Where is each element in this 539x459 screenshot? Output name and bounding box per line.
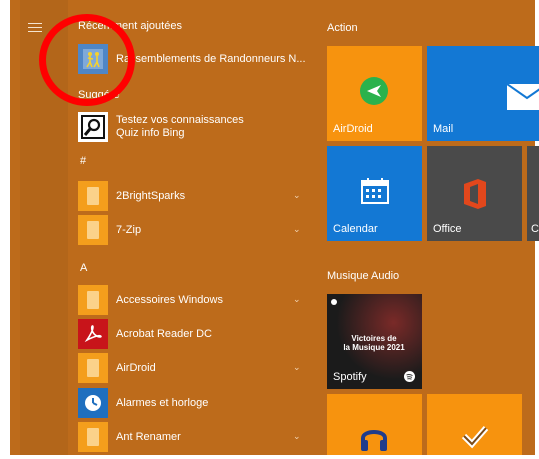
spotify-icon [404, 371, 415, 382]
recent-app-label: Rassemblements de Randonneurs N... [116, 53, 306, 65]
folder-icon [78, 422, 108, 452]
tile-checkmark-app[interactable] [427, 394, 522, 455]
tile-mail[interactable]: Mail [427, 46, 539, 141]
clock-icon [78, 388, 108, 418]
tile-label: AirDroid [333, 123, 373, 135]
app-label: 2BrightSparks [116, 190, 186, 202]
suggested-title: Testez vos connaissances [116, 114, 244, 126]
app-acrobat-reader[interactable]: Acrobat Reader DC [78, 319, 212, 349]
suggested-item[interactable]: Testez vos connaissances Quiz info Bing [78, 111, 244, 143]
app-label: Accessoires Windows [116, 294, 223, 306]
folder-icon [78, 181, 108, 211]
tile-label: C [531, 223, 539, 235]
tile-label: Office [433, 223, 462, 235]
airdroid-icon [360, 77, 388, 105]
folder-icon [78, 353, 108, 383]
chevron-down-icon[interactable]: ⌄ [293, 224, 301, 235]
app-label: 7-Zip [116, 224, 142, 236]
search-magnifier-icon [78, 112, 108, 142]
victoires-line-1: Victoires de [351, 334, 397, 343]
app-ant-renamer[interactable]: Ant Renamer [78, 422, 181, 452]
tile-spotify[interactable]: Victoires de la Musique 2021 Spotify [327, 294, 422, 389]
suggested-subtitle: Quiz info Bing [116, 127, 185, 139]
hamburger-menu-icon[interactable] [22, 16, 48, 38]
app-alarmes-horloge[interactable]: Alarmes et horloge [78, 388, 208, 418]
section-hash: # [80, 155, 87, 167]
app-label: Alarmes et horloge [116, 397, 209, 409]
app-airdroid[interactable]: AirDroid [78, 353, 156, 383]
chevron-down-icon[interactable]: ⌄ [293, 431, 301, 442]
office-icon [464, 179, 486, 209]
app-label: AirDroid [116, 362, 156, 374]
tile-audio-app[interactable] [327, 394, 422, 455]
calendar-icon [361, 178, 389, 204]
section-a: A [80, 262, 88, 274]
app-label: Acrobat Reader DC [116, 328, 212, 340]
tile-label: Calendar [333, 223, 378, 235]
victoires-line-2: la Musique 2021 [343, 343, 405, 352]
app-label: Ant Renamer [116, 431, 181, 443]
headphones-icon [361, 430, 387, 451]
acrobat-icon [78, 319, 108, 349]
checkmark-icon [461, 426, 489, 449]
tile-office[interactable]: Office [427, 146, 522, 241]
folder-icon [78, 285, 108, 315]
app-2brightsparks[interactable]: 2BrightSparks [78, 181, 185, 211]
app-accessoires-windows[interactable]: Accessoires Windows [78, 285, 223, 315]
tile-airdroid[interactable]: AirDroid [327, 46, 422, 141]
mail-icon [507, 84, 539, 110]
chevron-down-icon[interactable]: ⌄ [293, 190, 301, 201]
tile-partial[interactable]: C [527, 146, 539, 241]
tile-group-action: Action [327, 22, 358, 34]
tile-calendar[interactable]: Calendar [327, 146, 422, 241]
tile-label: Spotify [333, 371, 367, 383]
tile-group-music: Musique Audio [327, 270, 400, 282]
chevron-down-icon[interactable]: ⌄ [293, 362, 301, 373]
tile-label: Mail [433, 123, 454, 135]
chevron-down-icon[interactable]: ⌄ [293, 294, 301, 305]
app-7zip[interactable]: 7-Zip [78, 215, 141, 245]
highlight-circle [39, 14, 135, 106]
folder-icon [78, 215, 108, 245]
